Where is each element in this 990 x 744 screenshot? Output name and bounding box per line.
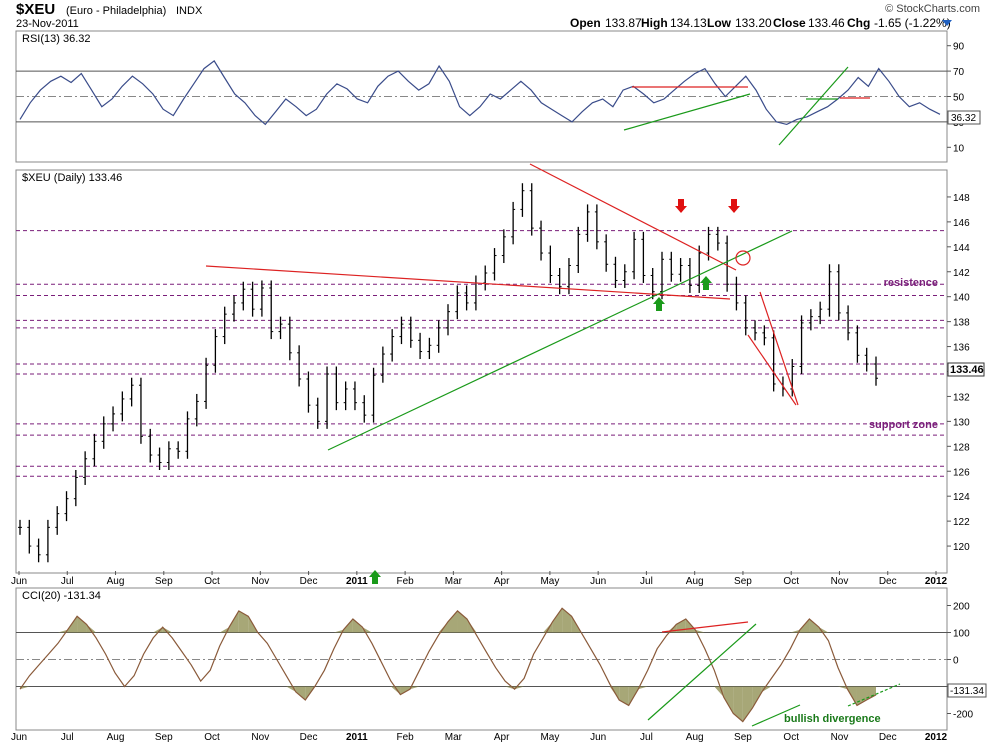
open-value: 133.87 <box>605 16 642 30</box>
x-tick-label: Oct <box>204 576 220 587</box>
price-tick-label: 138 <box>953 318 970 329</box>
x-tick-label-bottom: Aug <box>686 732 704 743</box>
x-tick-label: Feb <box>396 576 414 587</box>
x-tick-label-bottom: Dec <box>300 732 318 743</box>
ohlc-readout: Open 133.87 High 134.13 Low 133.20 Close… <box>570 16 951 30</box>
x-tick-label-bottom: Oct <box>783 732 799 743</box>
x-tick-label-bottom: Jul <box>61 732 74 743</box>
x-tick-label-bottom: Jun <box>11 732 27 743</box>
price-tick-label: 140 <box>953 293 970 304</box>
watermark: © StockCharts.com <box>885 3 980 15</box>
x-tick-label-bottom: Aug <box>107 732 125 743</box>
open-label: Open <box>570 16 601 30</box>
rsi-tick-label: 50 <box>953 93 965 104</box>
x-tick-label: Sep <box>155 576 173 587</box>
rsi-tick-label: 70 <box>953 67 965 78</box>
high-value: 134.13 <box>670 16 707 30</box>
x-tick-label: Dec <box>879 576 897 587</box>
x-tick-label-bottom: 2011 <box>346 732 368 743</box>
x-tick-label-bottom: 2012 <box>925 732 948 743</box>
bullish-divergence-label: bullish divergence <box>784 713 881 725</box>
x-tick-label-bottom: Dec <box>879 732 897 743</box>
price-tick-label: 144 <box>953 243 970 254</box>
resistance-label: resistence <box>884 277 938 289</box>
x-tick-label: Aug <box>107 576 125 587</box>
symbol-label: $XEU <box>16 1 55 18</box>
x-tick-label-bottom: May <box>540 732 559 743</box>
rsi-tick-label: 10 <box>953 143 965 154</box>
price-tick-label: 130 <box>953 417 970 428</box>
price-title: $XEU (Daily) 133.46 <box>22 172 122 184</box>
chart-header: $XEU (Euro - Philadelphia) INDX 23-Nov-2… <box>16 1 980 30</box>
price-tick-label: 124 <box>953 492 970 503</box>
symbol-name: (Euro - Philadelphia) <box>66 5 166 17</box>
cci-tick-label: -200 <box>953 710 973 721</box>
x-tick-label: Apr <box>494 576 510 587</box>
price-tick-label: 146 <box>953 218 970 229</box>
low-label: Low <box>707 16 732 30</box>
price-tick-label: 132 <box>953 392 970 403</box>
x-tick-label: Jul <box>61 576 74 587</box>
x-tick-label: Jun <box>11 576 27 587</box>
x-tick-label: Nov <box>251 576 269 587</box>
close-value: 133.46 <box>808 16 845 30</box>
x-tick-label-bottom: Feb <box>396 732 414 743</box>
stock-chart: $XEU (Euro - Philadelphia) INDX 23-Nov-2… <box>11 1 987 743</box>
rsi-last-flag: 36.32 <box>947 110 981 125</box>
price-last-value: 133.46 <box>950 364 984 376</box>
price-tick-label: 120 <box>953 542 970 553</box>
price-tick-label: 122 <box>953 517 970 528</box>
price-tick-label: 128 <box>953 442 970 453</box>
cci-tick-label: 200 <box>953 602 970 613</box>
exchange-label: INDX <box>176 5 203 17</box>
x-tick-label-bottom: Jun <box>590 732 606 743</box>
x-tick-label: 2012 <box>925 576 948 587</box>
price-tick-label: 136 <box>953 343 970 354</box>
x-tick-label: Dec <box>300 576 318 587</box>
x-tick-label-bottom: Sep <box>734 732 752 743</box>
price-tick-label: 142 <box>953 268 970 279</box>
chg-value: -1.65 (-1.22%) <box>874 16 951 30</box>
x-tick-label: Nov <box>831 576 849 587</box>
x-tick-label: Aug <box>686 576 704 587</box>
price-tick-label: 148 <box>953 193 970 204</box>
x-tick-label: Jul <box>640 576 653 587</box>
x-tick-label: 2011 <box>346 576 368 587</box>
x-tick-label: Oct <box>783 576 799 587</box>
cci-tick-label: 100 <box>953 629 970 640</box>
x-tick-label: Jun <box>590 576 606 587</box>
rsi-tick-label: 90 <box>953 42 965 53</box>
x-tick-label-bottom: Sep <box>155 732 173 743</box>
x-tick-label: Mar <box>445 576 463 587</box>
x-tick-label-bottom: Nov <box>831 732 849 743</box>
chg-label: Chg <box>847 16 870 30</box>
high-label: High <box>641 16 668 30</box>
close-label: Close <box>773 16 806 30</box>
x-tick-label-bottom: Apr <box>494 732 510 743</box>
rsi-title: RSI(13) 36.32 <box>22 33 90 45</box>
cci-last-flag: -131.34 <box>947 683 987 698</box>
rsi-last-value: 36.32 <box>951 113 976 124</box>
cci-title: CCI(20) -131.34 <box>22 590 101 602</box>
x-tick-label-bottom: Oct <box>204 732 220 743</box>
price-tick-label: 126 <box>953 467 970 478</box>
date-label: 23-Nov-2011 <box>16 18 79 30</box>
support-zone-label: support zone <box>869 419 938 431</box>
cci-last-value: -131.34 <box>950 686 984 697</box>
low-value: 133.20 <box>735 16 772 30</box>
price-last-flag: 133.46 <box>947 362 985 377</box>
x-tick-label: May <box>540 576 559 587</box>
x-tick-label-bottom: Jul <box>640 732 653 743</box>
x-tick-label-bottom: Nov <box>251 732 269 743</box>
cci-tick-label: 0 <box>953 656 959 667</box>
x-tick-label-bottom: Mar <box>445 732 463 743</box>
x-tick-label: Sep <box>734 576 752 587</box>
